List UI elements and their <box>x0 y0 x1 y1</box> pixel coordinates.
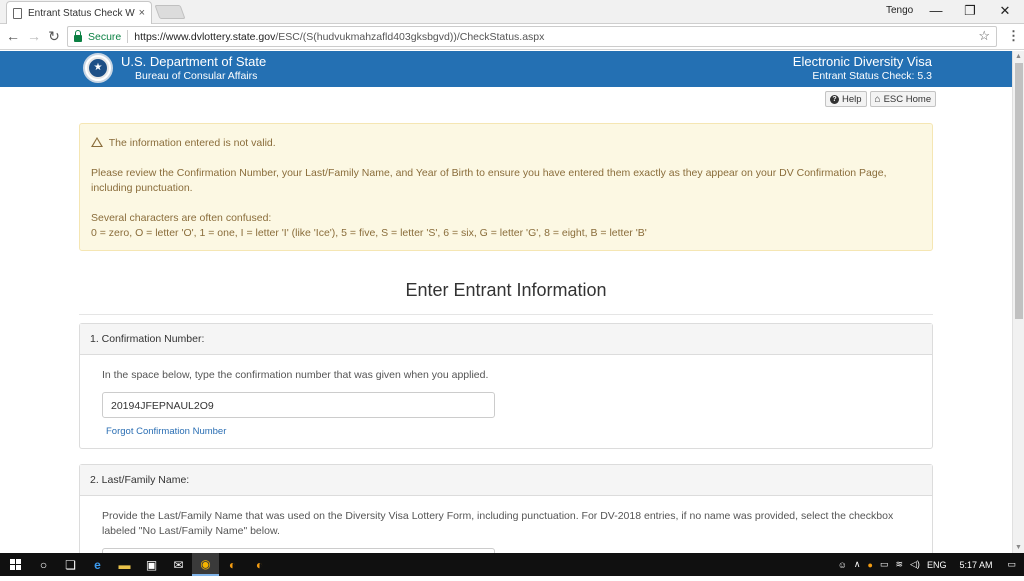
confused-list: 0 = zero, O = letter 'O', 1 = one, I = l… <box>91 227 647 239</box>
language-indicator[interactable]: ENG <box>927 560 947 570</box>
app-version: Entrant Status Check: 5.3 <box>812 70 932 82</box>
last-name-panel: 2. Last/Family Name: Provide the Last/Fa… <box>79 464 933 568</box>
panel-body: In the space below, type the confirmatio… <box>80 355 932 452</box>
task-view-icon[interactable]: ❏ <box>57 553 84 576</box>
help-icon: ? <box>830 94 839 104</box>
volume-icon[interactable]: ◁) <box>910 559 920 570</box>
close-window-icon[interactable]: ✕ <box>995 2 1015 20</box>
program-name: Electronic Diversity Visa <box>792 54 932 69</box>
windows-logo-icon <box>9 559 21 570</box>
secure-label: Secure <box>88 30 122 43</box>
last-name-instructions: Provide the Last/Family Name that was us… <box>102 510 894 537</box>
url-input[interactable]: Secure https://www.dvlottery.state.gov/E… <box>67 26 997 47</box>
url-domain: https://www.dvlottery.state.gov <box>134 30 276 43</box>
home-icon: ⌂ <box>874 93 881 105</box>
restore-icon[interactable]: ❐ <box>960 2 980 20</box>
edge-icon[interactable]: e <box>84 553 111 576</box>
alert-heading-row: The information entered is not valid. <box>91 136 921 151</box>
reload-icon[interactable]: ↻ <box>46 27 62 45</box>
page-title: Enter Entrant Information <box>405 280 607 300</box>
scroll-down-icon[interactable]: ▼ <box>1015 544 1022 551</box>
last-name-heading: 2. Last/Family Name: <box>80 465 932 496</box>
tab-title: Entrant Status Check Wel <box>28 7 135 19</box>
alert-message: Please review the Confirmation Number, y… <box>91 167 887 194</box>
app-icon[interactable]: ◐ <box>219 553 246 576</box>
confirmation-number-heading: 1. Confirmation Number: <box>80 324 932 355</box>
confused-characters: Several characters are often confused: 0… <box>91 211 921 241</box>
search-icon[interactable]: ○ <box>30 553 57 576</box>
esc-home-label: ESC Home <box>883 93 932 105</box>
alert-heading: The information entered is not valid. <box>108 137 276 149</box>
url-text: https://www.dvlottery.state.gov/ESC/(S(h… <box>134 31 544 43</box>
confirmation-number-input[interactable]: 20194JFEPNAUL2O9 <box>102 392 495 418</box>
url-path: /ESC/(S(hudvukmahzafld403gksbgvd))/Check… <box>275 30 545 43</box>
confirmation-instructions: In the space below, type the confirmatio… <box>102 369 489 381</box>
people-icon[interactable]: ☺ <box>838 560 847 570</box>
bookmark-star-icon[interactable]: ☆ <box>978 28 990 44</box>
confused-title: Several characters are often confused: <box>91 212 272 224</box>
scroll-thumb[interactable] <box>1015 63 1023 319</box>
tray-app-icon[interactable]: ● <box>868 560 873 570</box>
wifi-icon[interactable]: ≋ <box>895 559 903 570</box>
profile-name[interactable]: Tengo <box>886 5 913 16</box>
minimize-icon[interactable]: — <box>926 2 946 20</box>
help-label: Help <box>842 93 862 105</box>
page-scrollbar[interactable]: ▲ ▼ <box>1012 51 1024 553</box>
browser-tab[interactable]: Entrant Status Check Wel × <box>6 1 152 24</box>
battery-icon[interactable]: ▭ <box>880 559 889 570</box>
top-button-group: ? Help ⌂ ESC Home <box>825 91 937 107</box>
forward-icon[interactable]: → <box>26 27 42 45</box>
bureau-name: Bureau of Consular Affairs <box>135 70 258 82</box>
new-tab-button[interactable] <box>154 5 186 19</box>
address-bar-row: ← → ↻ Secure https://www.dvlottery.state… <box>0 24 1024 50</box>
help-button[interactable]: ? Help <box>825 91 867 107</box>
windows-taskbar: ○ ❏ e ▬ ▣ ✉ ◉ ◐ ◐ ☺ ∧ ● ▭ ≋ ◁) ENG 5:17 … <box>0 553 1024 576</box>
system-tray: ☺ ∧ ● ▭ ≋ ◁) ENG 5:17 AM ▭ <box>838 553 1024 576</box>
confirmation-number-panel: 1. Confirmation Number: In the space bel… <box>79 323 933 449</box>
lock-icon <box>74 29 82 42</box>
seal-emblem: ★ <box>87 57 109 79</box>
app-icon[interactable]: ◐ <box>246 553 273 576</box>
browser-menu-icon[interactable]: ⋮ <box>1007 28 1020 44</box>
browser-tabbar: Entrant Status Check Wel × Tengo — ❐ ✕ <box>0 0 1024 24</box>
chrome-icon[interactable]: ◉ <box>192 553 219 576</box>
forgot-confirmation-link[interactable]: Forgot Confirmation Number <box>106 424 226 439</box>
tab-close-icon[interactable]: × <box>139 7 145 19</box>
show-hidden-icons-chevron-icon[interactable]: ∧ <box>854 559 861 570</box>
site-header: ★ U.S. Department of State Bureau of Con… <box>0 51 1012 87</box>
mail-icon[interactable]: ✉ <box>165 553 192 576</box>
esc-home-button[interactable]: ⌂ ESC Home <box>869 91 937 107</box>
back-icon[interactable]: ← <box>5 27 21 45</box>
notification-center-icon[interactable]: ▭ <box>1007 559 1016 570</box>
scroll-up-icon[interactable]: ▲ <box>1015 53 1022 60</box>
page-icon <box>13 7 22 19</box>
start-button[interactable] <box>0 553 30 576</box>
divider <box>79 314 933 315</box>
error-alert: The information entered is not valid. Pl… <box>79 123 933 251</box>
divider <box>127 30 129 43</box>
clock[interactable]: 5:17 AM <box>959 560 992 570</box>
warning-icon <box>91 137 103 147</box>
file-explorer-icon[interactable]: ▬ <box>111 553 138 576</box>
state-department-seal-icon: ★ <box>83 53 113 83</box>
store-icon[interactable]: ▣ <box>138 553 165 576</box>
department-name: U.S. Department of State <box>121 54 267 69</box>
